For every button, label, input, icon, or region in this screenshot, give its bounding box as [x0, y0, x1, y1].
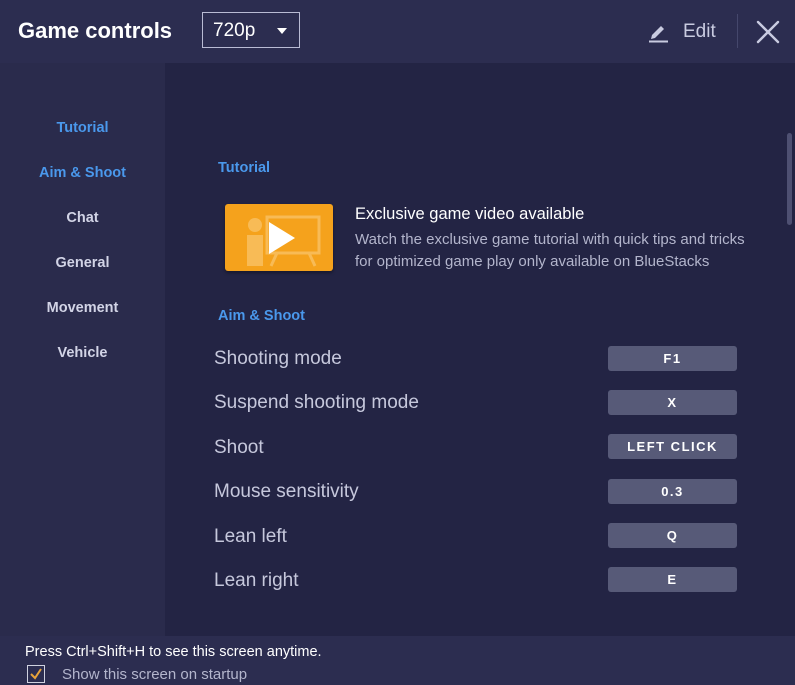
pencil-icon	[649, 26, 668, 43]
window-title: Game controls	[18, 18, 173, 43]
control-label-suspend-shooting-mode: Suspend shooting mode	[214, 392, 419, 413]
aim-shoot-section-title: Aim & Shoot	[218, 308, 305, 324]
content-panel[interactable]: Tutorial Exclusive game video available …	[165, 63, 795, 636]
control-label-lean-left: Lean left	[214, 526, 287, 547]
key-binding-mouse-sensitivity[interactable]: 0.3	[608, 479, 737, 504]
control-label-mouse-sensitivity: Mouse sensitivity	[214, 481, 359, 502]
key-binding-shooting-mode[interactable]: F1	[608, 346, 737, 371]
checkmark-icon	[30, 668, 42, 680]
header-bar: Game controls 720p Edit	[0, 0, 795, 63]
sidebar-item-aim-shoot[interactable]: Aim & Shoot	[0, 165, 165, 181]
edit-label: Edit	[683, 21, 716, 42]
footer-bar: Press Ctrl+Shift+H to see this screen an…	[0, 636, 795, 685]
sidebar-item-general[interactable]: General	[0, 255, 165, 271]
header-divider	[737, 14, 738, 48]
edit-button[interactable]: Edit	[646, 18, 720, 46]
sidebar-item-tutorial[interactable]: Tutorial	[0, 120, 165, 136]
close-icon	[756, 20, 780, 44]
resolution-dropdown[interactable]: 720p	[202, 12, 300, 48]
sidebar-item-chat[interactable]: Chat	[0, 210, 165, 226]
video-description: Watch the exclusive game tutorial with q…	[355, 231, 745, 270]
scrollbar-thumb[interactable]	[787, 133, 792, 225]
key-binding-suspend-shooting-mode[interactable]: X	[608, 390, 737, 415]
video-title: Exclusive game video available	[355, 205, 585, 223]
resolution-value: 720p	[213, 20, 256, 41]
control-label-lean-right: Lean right	[214, 570, 299, 591]
key-binding-shoot[interactable]: LEFT CLICK	[608, 434, 737, 459]
play-video-icon	[247, 215, 321, 267]
sidebar-item-vehicle[interactable]: Vehicle	[0, 345, 165, 361]
chevron-down-icon	[277, 28, 287, 34]
tutorial-section-title: Tutorial	[218, 160, 271, 176]
startup-checkbox-label[interactable]: Show this screen on startup	[62, 666, 247, 683]
close-button[interactable]	[754, 18, 782, 46]
sidebar-item-movement[interactable]: Movement	[0, 300, 165, 316]
video-thumbnail[interactable]	[225, 204, 333, 271]
control-label-shooting-mode: Shooting mode	[214, 348, 342, 369]
sidebar: Tutorial Aim & Shoot Chat General Moveme…	[0, 63, 165, 636]
startup-checkbox[interactable]	[27, 665, 45, 683]
key-binding-lean-right[interactable]: E	[608, 567, 737, 592]
key-binding-lean-left[interactable]: Q	[608, 523, 737, 548]
control-label-shoot: Shoot	[214, 437, 264, 458]
shortcut-hint: Press Ctrl+Shift+H to see this screen an…	[25, 644, 322, 660]
